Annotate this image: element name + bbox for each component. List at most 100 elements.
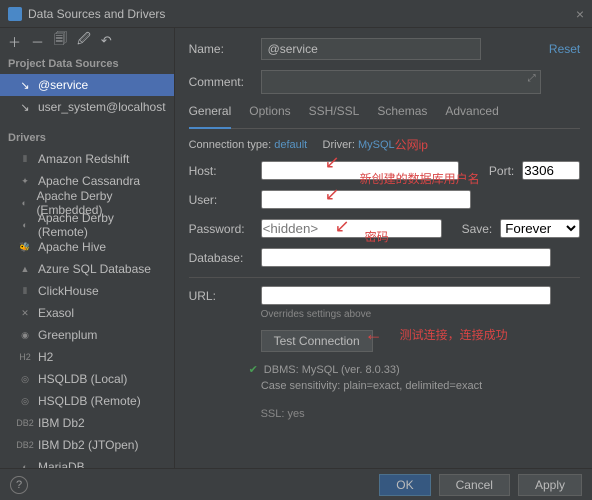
driver-item[interactable]: DB2IBM Db2 (JTOpen): [0, 434, 174, 456]
driver-icon: ◉: [18, 330, 32, 341]
reset-link[interactable]: Reset: [549, 42, 580, 56]
ok-button[interactable]: OK: [379, 474, 430, 496]
tab-options[interactable]: Options: [249, 104, 290, 122]
name-label: Name:: [189, 42, 261, 56]
item-label: ClickHouse: [38, 284, 99, 298]
driver-item[interactable]: ◎ HSQLDB (Remote): [0, 390, 174, 412]
override-note: Overrides settings above: [261, 309, 581, 320]
sidebar-toolbar: ＋ － 🗐 🖉 ↶: [0, 28, 174, 54]
annotation-test: 测试连接，连接成功: [400, 326, 508, 343]
user-input[interactable]: [261, 190, 471, 209]
driver-item[interactable]: ⦀ ClickHouse: [0, 280, 174, 302]
save-label: Save:: [462, 222, 493, 236]
footer: ? OK Cancel Apply: [0, 468, 592, 500]
item-label: user_system@localhost: [38, 100, 166, 114]
item-label: MariaDB: [38, 460, 85, 468]
content-panel: Name: Reset Comment: ⤢ General Options SSH…: [175, 28, 592, 468]
password-input[interactable]: [261, 219, 442, 238]
dialog-title: Data Sources and Drivers: [28, 7, 165, 21]
driver-item[interactable]: H2 H2: [0, 346, 174, 368]
item-label: IBM Db2 (JTOpen): [38, 438, 138, 452]
check-icon: ✔: [249, 364, 258, 376]
port-label: Port:: [489, 164, 514, 178]
driver-item[interactable]: 🐝 Apache Hive: [0, 236, 174, 258]
copy-icon[interactable]: 🗐: [54, 30, 67, 52]
apply-button[interactable]: Apply: [518, 474, 582, 496]
dbms-text: DBMS: MySQL (ver. 8.0.33): [264, 364, 400, 376]
conn-type-value[interactable]: default: [274, 139, 307, 151]
host-input[interactable]: [261, 161, 459, 180]
comment-input[interactable]: ⤢: [261, 70, 541, 94]
port-input[interactable]: [522, 161, 580, 180]
revert-icon[interactable]: ↶: [101, 33, 112, 49]
settings-icon[interactable]: 🖉: [77, 30, 91, 52]
driver-item[interactable]: ✕Exasol: [0, 302, 174, 324]
driver-item[interactable]: ◉ Greenplum: [0, 324, 174, 346]
driver-item[interactable]: DB2 IBM Db2: [0, 412, 174, 434]
driver-icon: ⦀: [18, 286, 32, 297]
database-label: Database:: [189, 251, 261, 265]
database-input[interactable]: [261, 248, 551, 267]
driver-icon: ◎: [18, 374, 32, 385]
driver-label: Driver:: [323, 139, 355, 151]
close-icon[interactable]: ×: [576, 6, 584, 22]
url-label: URL:: [189, 289, 261, 303]
comment-label: Comment:: [189, 75, 261, 89]
driver-icon: DB2: [18, 418, 32, 428]
item-label: H2: [38, 350, 53, 364]
item-label: HSQLDB (Remote): [38, 394, 141, 408]
driver-icon: ⦀: [18, 154, 32, 165]
sidebar: ＋ － 🗐 🖉 ↶ Project Data Sources ↘ @service…: [0, 28, 175, 468]
user-label: User:: [189, 193, 261, 207]
tab-ssh-ssl[interactable]: SSH/SSL: [309, 104, 360, 122]
remove-icon[interactable]: －: [31, 32, 44, 51]
item-label: HSQLDB (Local): [38, 372, 127, 386]
conn-type-label: Connection type:: [189, 139, 272, 151]
item-label: Apache Derby (Remote): [38, 211, 166, 239]
source-item[interactable]: ↘ user_system@localhost: [0, 96, 174, 118]
name-input[interactable]: [261, 38, 481, 60]
tab-general[interactable]: General: [189, 104, 232, 129]
test-connection-button[interactable]: Test Connection: [261, 330, 373, 352]
driver-value[interactable]: MySQL: [358, 139, 395, 151]
app-icon: [8, 7, 22, 21]
driver-icon: ◎: [18, 396, 32, 407]
help-icon[interactable]: ?: [10, 476, 28, 494]
add-icon[interactable]: ＋: [8, 32, 21, 51]
driver-icon: ◐: [18, 220, 32, 230]
titlebar: Data Sources and Drivers ×: [0, 0, 592, 28]
driver-item[interactable]: ◎ HSQLDB (Local): [0, 368, 174, 390]
item-label: Apache Cassandra: [38, 174, 140, 188]
driver-item[interactable]: ⦀ Amazon Redshift: [0, 148, 174, 170]
url-input[interactable]: [261, 286, 551, 305]
save-select[interactable]: Forever: [500, 219, 580, 238]
item-label: Greenplum: [38, 328, 97, 342]
driver-item[interactable]: ◐MariaDB: [0, 456, 174, 468]
item-label: Amazon Redshift: [38, 152, 129, 166]
cancel-button[interactable]: Cancel: [439, 474, 510, 496]
item-label: Apache Hive: [38, 240, 106, 254]
tab-advanced[interactable]: Advanced: [445, 104, 498, 122]
driver-icon: ▲: [18, 264, 32, 274]
driver-icon: H2: [18, 352, 32, 362]
driver-item[interactable]: ▲ Azure SQL Database: [0, 258, 174, 280]
driver-icon: ✕: [18, 308, 32, 319]
item-label: IBM Db2: [38, 416, 85, 430]
case-text: Case sensitivity: plain=exact, delimited…: [261, 380, 482, 392]
host-label: Host:: [189, 164, 261, 178]
tab-schemas[interactable]: Schemas: [377, 104, 427, 122]
driver-item[interactable]: ◐ Apache Derby (Remote): [0, 214, 174, 236]
source-item[interactable]: ↘ @service: [0, 74, 174, 96]
expand-icon[interactable]: ⤢: [528, 73, 536, 84]
drivers-label: Drivers: [0, 128, 174, 148]
item-label: @service: [38, 78, 88, 92]
driver-icon: ◐: [18, 198, 30, 208]
datasource-icon: ↘: [18, 79, 32, 92]
driver-icon: 🐝: [18, 242, 32, 253]
project-sources-label: Project Data Sources: [0, 54, 174, 74]
ssl-text: SSL: yes: [261, 408, 581, 420]
password-label: Password:: [189, 222, 261, 236]
item-label: Azure SQL Database: [38, 262, 151, 276]
driver-icon: ✦: [18, 176, 32, 187]
datasource-icon: ↘: [18, 101, 32, 114]
